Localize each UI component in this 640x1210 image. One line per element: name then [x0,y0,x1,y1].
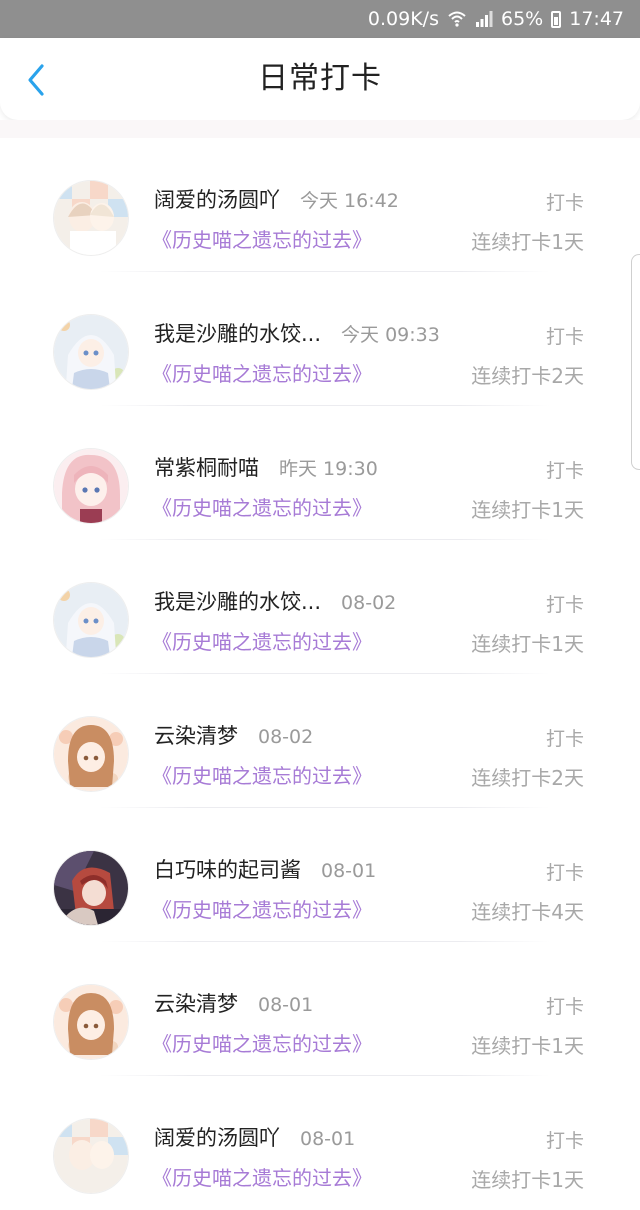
streak-count: 连续打卡1天 [471,1168,584,1192]
book-title-link[interactable]: 《历史喵之遗忘的过去》 [152,760,372,789]
checkin-label: 打卡 [545,326,584,348]
avatar[interactable] [54,449,128,523]
username[interactable]: 白巧味的起司酱 [154,854,301,884]
username[interactable]: 云染清梦 [154,988,238,1018]
list-item[interactable]: 阔爱的汤圆吖 08-01 《历史喵之遗忘的过去》 打卡 连续打卡1天 [0,1076,640,1210]
checkin-label: 打卡 [545,728,584,750]
timestamp: 08-01 [321,860,377,882]
checkin-label: 打卡 [545,996,584,1018]
username[interactable]: 我是沙雕的水饺... [154,318,321,348]
signal-icon [475,10,493,28]
header-spacer [0,120,640,138]
network-speed: 0.09K/s [367,8,439,30]
checkin-label: 打卡 [545,594,584,616]
checkin-list: 阔爱的汤圆吖 今天 16:42 《历史喵之遗忘的过去》 打卡 连续打卡1天 我是… [0,138,640,1210]
checkin-label: 打卡 [545,192,584,214]
username[interactable]: 云染清梦 [154,720,238,750]
clock: 17:47 [569,8,624,30]
username[interactable]: 常紫桐耐喵 [154,452,259,482]
avatar[interactable] [54,181,128,255]
avatar[interactable] [54,985,128,1059]
status-bar: 0.09K/s 65% 17:47 [0,0,640,38]
timestamp: 08-02 [258,726,314,748]
list-item[interactable]: 常紫桐耐喵 昨天 19:30 《历史喵之遗忘的过去》 打卡 连续打卡1天 [0,406,640,540]
avatar[interactable] [54,851,128,925]
list-item[interactable]: 云染清梦 08-02 《历史喵之遗忘的过去》 打卡 连续打卡2天 [0,674,640,808]
streak-count: 连续打卡1天 [471,498,584,522]
book-title-link[interactable]: 《历史喵之遗忘的过去》 [152,626,372,655]
streak-count: 连续打卡1天 [471,632,584,656]
timestamp: 今天 09:33 [341,324,440,346]
streak-count: 连续打卡1天 [471,230,584,254]
list-item[interactable]: 白巧味的起司酱 08-01 《历史喵之遗忘的过去》 打卡 连续打卡4天 [0,808,640,942]
book-title-link[interactable]: 《历史喵之遗忘的过去》 [152,1162,372,1191]
page-title: 日常打卡 [258,61,382,96]
book-title-link[interactable]: 《历史喵之遗忘的过去》 [152,1028,372,1057]
timestamp: 08-01 [258,994,314,1016]
avatar[interactable] [54,1119,128,1193]
username[interactable]: 我是沙雕的水饺... [154,586,321,616]
battery-icon [551,10,562,28]
streak-count: 连续打卡2天 [471,766,584,790]
streak-count: 连续打卡1天 [471,1034,584,1058]
username[interactable]: 阔爱的汤圆吖 [154,1122,280,1152]
book-title-link[interactable]: 《历史喵之遗忘的过去》 [152,224,372,253]
streak-count: 连续打卡4天 [471,900,584,924]
avatar[interactable] [54,315,128,389]
checkin-label: 打卡 [545,460,584,482]
list-item[interactable]: 云染清梦 08-01 《历史喵之遗忘的过去》 打卡 连续打卡1天 [0,942,640,1076]
list-item[interactable]: 我是沙雕的水饺... 今天 09:33 《历史喵之遗忘的过去》 打卡 连续打卡2… [0,272,640,406]
streak-count: 连续打卡2天 [471,364,584,388]
list-item[interactable]: 我是沙雕的水饺... 08-02 《历史喵之遗忘的过去》 打卡 连续打卡1天 [0,540,640,674]
edge-panel-handle[interactable] [631,254,640,470]
checkin-label: 打卡 [545,1130,584,1152]
timestamp: 08-02 [341,592,397,614]
app-header: 日常打卡 [0,38,640,120]
book-title-link[interactable]: 《历史喵之遗忘的过去》 [152,358,372,387]
book-title-link[interactable]: 《历史喵之遗忘的过去》 [152,492,372,521]
wifi-icon [447,10,467,28]
username[interactable]: 阔爱的汤圆吖 [154,184,280,214]
checkin-label: 打卡 [545,862,584,884]
timestamp: 08-01 [300,1128,356,1150]
timestamp: 今天 16:42 [300,190,399,212]
avatar[interactable] [54,583,128,657]
avatar[interactable] [54,717,128,791]
timestamp: 昨天 19:30 [279,458,378,480]
battery-percent: 65% [501,8,544,30]
book-title-link[interactable]: 《历史喵之遗忘的过去》 [152,894,372,923]
list-item[interactable]: 阔爱的汤圆吖 今天 16:42 《历史喵之遗忘的过去》 打卡 连续打卡1天 [0,138,640,272]
